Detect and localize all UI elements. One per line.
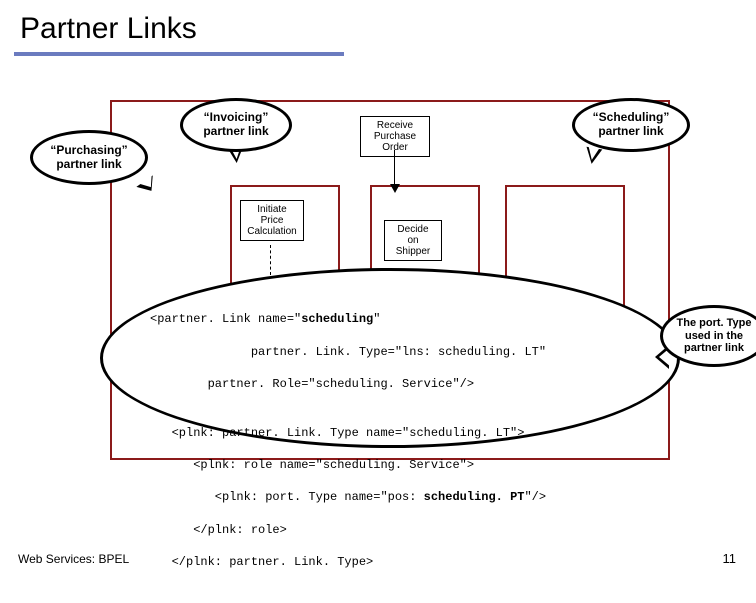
- flow-arrow-shaft: [394, 150, 395, 186]
- flow-dashed-line: [270, 245, 271, 275]
- callout-text: used in the: [685, 330, 743, 343]
- callout-purchasing: “Purchasing” partner link: [30, 130, 148, 185]
- code-text: ": [373, 312, 380, 326]
- code-line: partner. Link. Type="lns: scheduling. LT…: [150, 344, 650, 360]
- callout-text: partner link: [684, 342, 744, 355]
- code-text-bold: scheduling. PT: [424, 490, 525, 504]
- code-text: <partner. Link name=": [150, 312, 301, 326]
- code-line: <plnk: partner. Link. Type name="schedul…: [150, 425, 650, 441]
- code-line: <plnk: port. Type name="pos: scheduling.…: [150, 489, 650, 505]
- callout-text: “Scheduling”: [593, 111, 670, 125]
- diagram-area: ReceivePurchaseOrder InitiatePriceCalcul…: [110, 90, 670, 470]
- callout-text: partner link: [203, 125, 268, 139]
- activity-decide-on-shipper: DecideonShipper: [384, 220, 442, 261]
- code-text-bold: scheduling: [301, 312, 373, 326]
- callout-text: partner link: [598, 125, 663, 139]
- page-title: Partner Links: [0, 0, 756, 52]
- code-line: </plnk: role>: [150, 522, 650, 538]
- code-line: <partner. Link name="scheduling": [150, 311, 650, 327]
- footer-left: Web Services: BPEL: [18, 552, 129, 566]
- code-text: <plnk: port. Type name="pos:: [150, 490, 424, 504]
- code-snippet: <partner. Link name="scheduling" partner…: [150, 295, 650, 603]
- flow-arrow-head: [390, 184, 400, 193]
- title-underline: [14, 52, 344, 56]
- callout-text: partner link: [56, 158, 121, 172]
- code-line: partner. Role="scheduling. Service"/>: [150, 376, 650, 392]
- callout-text: The port. Type: [677, 317, 752, 330]
- callout-text: “Invoicing”: [204, 111, 269, 125]
- code-line: <plnk: role name="scheduling. Service">: [150, 457, 650, 473]
- slide-number: 11: [723, 551, 737, 566]
- activity-initiate-price-calculation: InitiatePriceCalculation: [240, 200, 304, 241]
- code-line: </plnk: partner. Link. Type>: [150, 554, 650, 570]
- callout-scheduling: “Scheduling” partner link: [572, 98, 690, 152]
- callout-text: “Purchasing”: [50, 144, 127, 158]
- activity-receive-purchase-order: ReceivePurchaseOrder: [360, 116, 430, 157]
- code-text: "/>: [524, 490, 546, 504]
- callout-invoicing: “Invoicing” partner link: [180, 98, 292, 152]
